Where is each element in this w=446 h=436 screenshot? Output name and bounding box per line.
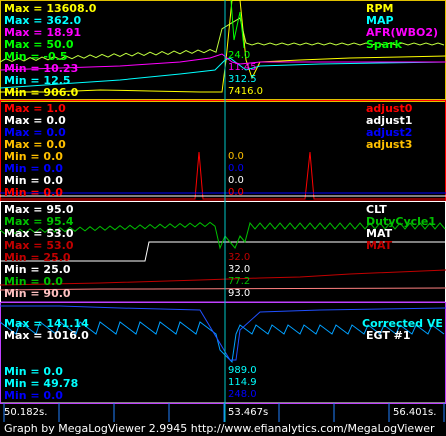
series-name: CLT bbox=[366, 203, 387, 216]
footer-credit: Graph by MegaLogViewer 2.9945 http://www… bbox=[4, 422, 435, 435]
timeline-bar[interactable]: 50.182s. 53.467s 56.401s. bbox=[0, 403, 446, 422]
stat-label: Min = -0.5 bbox=[4, 50, 68, 63]
stat-label: Min = 0.0 bbox=[4, 389, 63, 402]
stat-label: Min = 906.0 bbox=[4, 86, 79, 99]
stat-label: Min = 49.78 bbox=[4, 377, 79, 390]
stat-label: Min = 25.0 bbox=[4, 251, 71, 264]
cursor-value: 7416.0 bbox=[228, 86, 263, 97]
cursor-value: 248.0 bbox=[228, 389, 257, 400]
stat-label: Max = 0.0 bbox=[4, 114, 66, 127]
cursor-value: 93.0 bbox=[228, 288, 251, 299]
megalogviewer-graph: Max = 13608.0 Max = 362.0 Max = 18.91 Ma… bbox=[0, 0, 446, 436]
timeline-start: 50.182s. bbox=[4, 407, 48, 418]
series-name: adjust2 bbox=[366, 126, 413, 139]
stat-label: Max = 95.4 bbox=[4, 215, 74, 228]
stat-label: Min = 0.0 bbox=[4, 174, 63, 187]
stat-label: Max = 95.0 bbox=[4, 203, 74, 216]
cursor-value: 114.9 bbox=[228, 377, 257, 388]
stat-label: Min = 12.5 bbox=[4, 74, 71, 87]
panel-adjust[interactable]: Max = 1.0 Max = 0.0 Max = 0.0 Max = 0.0 … bbox=[0, 100, 446, 200]
series-name: adjust0 bbox=[366, 102, 413, 115]
cursor-value: 0.0 bbox=[228, 163, 244, 174]
stat-label: Max = 18.91 bbox=[4, 26, 82, 39]
cursor-value: 32.0 bbox=[228, 264, 251, 275]
cursor-value: 312.5 bbox=[228, 74, 257, 85]
series-name: AFR(WBO2) bbox=[366, 26, 439, 39]
stat-label: Max = 13608.0 bbox=[4, 2, 97, 15]
stat-label: Max = 0.0 bbox=[4, 138, 66, 151]
panel-ve-egt[interactable]: Max = 141.14 Max = 1016.0 Min = 0.0 Min … bbox=[0, 302, 446, 402]
stat-label: Min = 0.0 bbox=[4, 186, 63, 199]
stat-label: Max = 362.0 bbox=[4, 14, 82, 27]
series-name: adjust3 bbox=[366, 138, 413, 151]
stat-label: Min = 0.0 bbox=[4, 365, 63, 378]
stat-label: Min = 10.23 bbox=[4, 62, 79, 75]
series-name: EGT #1 bbox=[366, 329, 411, 342]
stat-label: Max = 1.0 bbox=[4, 102, 66, 115]
series-name: MAT bbox=[366, 239, 393, 252]
series-name: MAT bbox=[366, 227, 393, 240]
cursor-value: 0.0 bbox=[228, 187, 244, 198]
series-name: adjust1 bbox=[366, 114, 413, 127]
timeline-cursor: 53.467s bbox=[228, 407, 269, 418]
series-name: Spark bbox=[366, 38, 402, 51]
stat-label: Min = 0.0 bbox=[4, 150, 63, 163]
cursor-value: 24.0 bbox=[228, 50, 251, 61]
cursor-value: 77.2 bbox=[228, 276, 251, 287]
stat-label: Min = 25.0 bbox=[4, 263, 71, 276]
series-name: RPM bbox=[366, 2, 394, 15]
stat-label: Max = 0.0 bbox=[4, 126, 66, 139]
stat-label: Max = 53.0 bbox=[4, 239, 74, 252]
cursor-value: 11.45 bbox=[228, 62, 257, 73]
cursor-value: 32.0 bbox=[228, 252, 251, 263]
series-name: MAP bbox=[366, 14, 394, 27]
stat-label: Max = 53.0 bbox=[4, 227, 74, 240]
panel-engine[interactable]: Max = 13608.0 Max = 362.0 Max = 18.91 Ma… bbox=[0, 0, 446, 100]
cursor-value: 0.0 bbox=[228, 151, 244, 162]
stat-label: Max = 1016.0 bbox=[4, 329, 89, 342]
timeline-end: 56.401s. bbox=[393, 407, 437, 418]
series-name: Corrected VE bbox=[362, 317, 443, 330]
stat-label: Min = 0.0 bbox=[4, 162, 63, 175]
cursor-value: 0.0 bbox=[228, 175, 244, 186]
panel-temperatures[interactable]: Max = 95.0 Max = 95.4 Max = 53.0 Max = 5… bbox=[0, 201, 446, 301]
stat-label: Max = 141.14 bbox=[4, 317, 89, 330]
series-name: DutyCycle1 bbox=[366, 215, 437, 228]
stat-label: Min = 90.0 bbox=[4, 287, 71, 300]
footer: Graph by MegaLogViewer 2.9945 http://www… bbox=[0, 422, 446, 436]
stat-label: Min = 0.0 bbox=[4, 275, 63, 288]
cursor-value: 989.0 bbox=[228, 365, 257, 376]
stat-label: Max = 50.0 bbox=[4, 38, 74, 51]
